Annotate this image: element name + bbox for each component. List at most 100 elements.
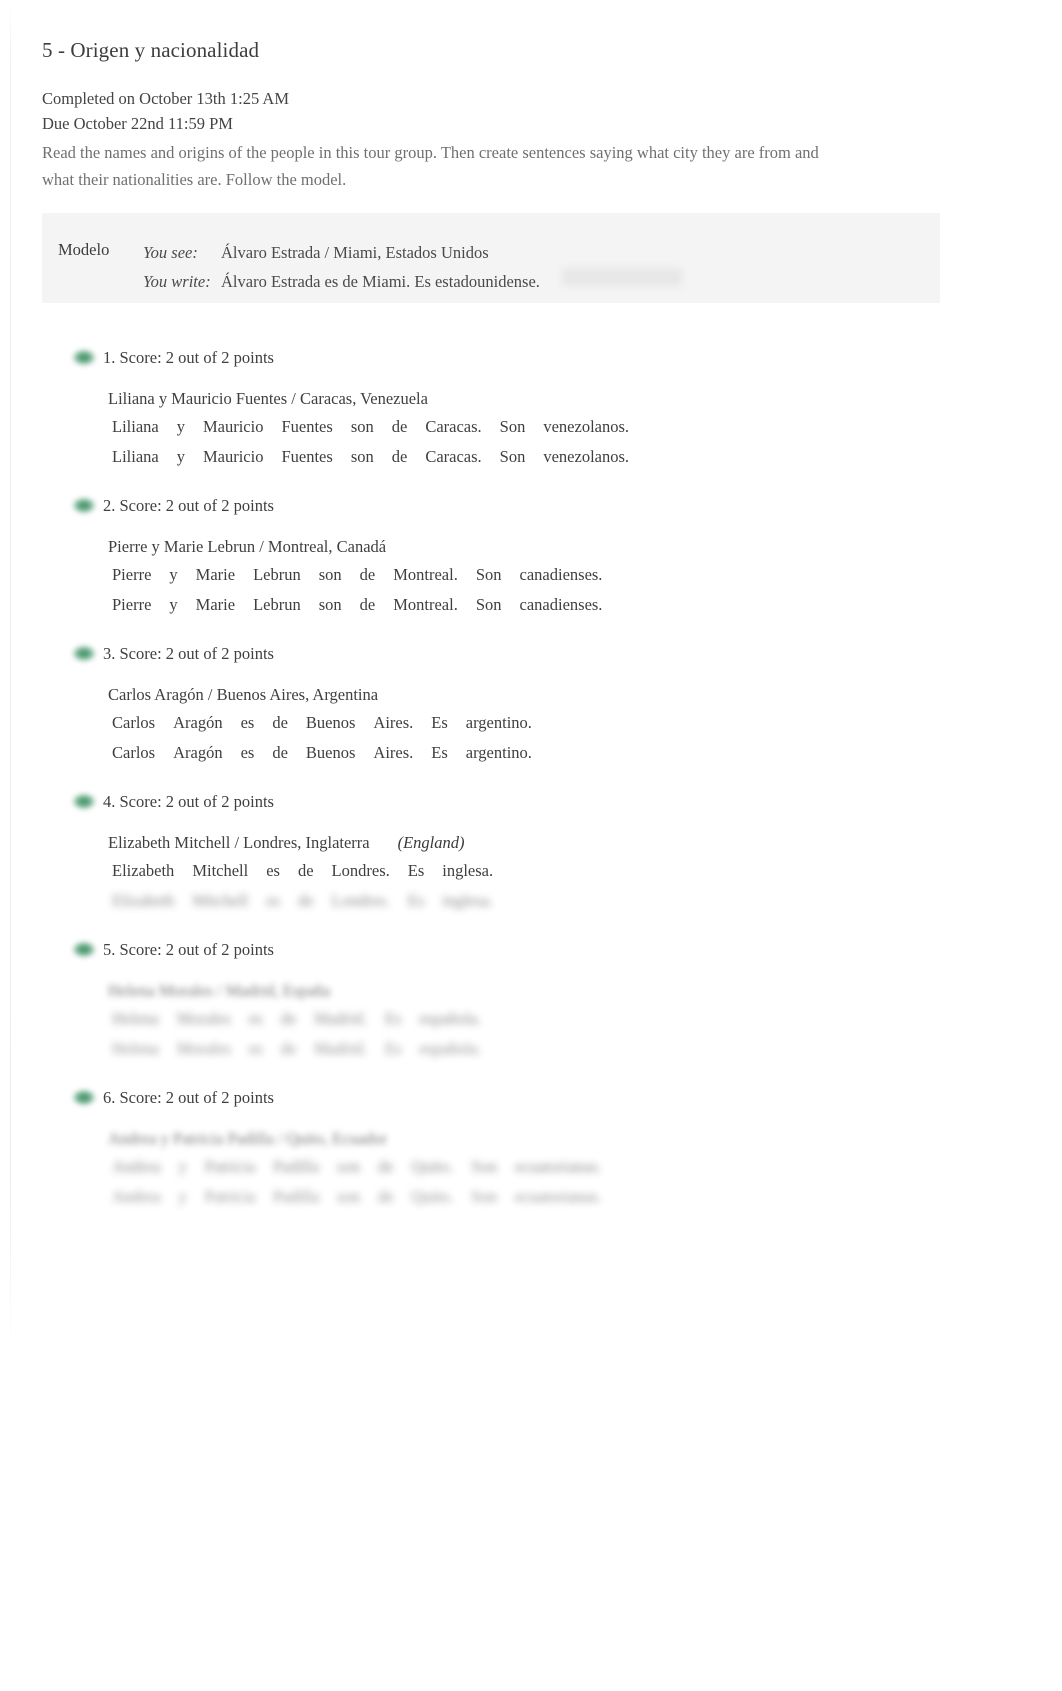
answer-token: Son: [475, 565, 502, 584]
answer-token: es: [266, 891, 280, 910]
answer-token: argentino.: [465, 713, 532, 732]
answer-token: canadienses.: [519, 565, 603, 584]
completed-timestamp: Completed on October 13th 1:25 AM: [42, 89, 290, 108]
answer-token: de: [377, 1187, 394, 1206]
answer-token: Elizabeth: [112, 861, 175, 880]
answer-token: Marie: [195, 565, 236, 584]
answer-token: Padilla: [273, 1157, 320, 1176]
answer-token: española.: [419, 1009, 482, 1028]
answer-token: Son: [471, 1157, 497, 1176]
answer-token: Londres.: [331, 861, 390, 880]
answer-token: Madrid.: [314, 1039, 367, 1058]
modelo-you-write-row: You write: Álvaro Estrada es de Miami. Es…: [143, 267, 540, 296]
answer-token: Pierre: [112, 565, 152, 584]
answer-token: Mitchell: [192, 891, 249, 910]
question-prompt: Andrea y Patricia Padilla / Quito, Ecuad…: [108, 1126, 1062, 1152]
modelo-you-see-row: You see: Álvaro Estrada / Miami, Estados …: [143, 238, 540, 267]
correct-answer-line: Elizabeth Mitchell es de Londres. Es inglesa.: [112, 886, 1062, 916]
correct-answer-line: Helena Morales es de Madrid. Es española.: [112, 1034, 1062, 1064]
correct-answer-line: Liliana y Mauricio Fuentes son de Caracas. Son v…: [112, 442, 1062, 472]
answer-token: y: [169, 595, 178, 614]
answer-token: es: [266, 861, 280, 880]
answer-token: canadienses.: [519, 595, 603, 614]
prompt-hint: (England): [397, 833, 465, 852]
answer-token: Padilla: [273, 1187, 320, 1206]
answer-token: ecuatorianas.: [514, 1157, 602, 1176]
answer-token: de: [391, 417, 408, 436]
score-row: 6. Score: 2 out of 2 points: [70, 1086, 1062, 1112]
modelo-you-see-text: Álvaro Estrada / Miami, Estados Unidos: [221, 243, 489, 262]
answer-token: Aires.: [373, 713, 414, 732]
answer-token: Aires.: [373, 743, 414, 762]
answer-token: Madrid.: [314, 1009, 367, 1028]
answer-token: son: [337, 1157, 360, 1176]
score-label: 5. Score: 2 out of 2 points: [103, 940, 274, 959]
answer-token: Londres.: [331, 891, 390, 910]
answer-token: Es: [407, 891, 425, 910]
student-answer-line: Liliana y Mauricio Fuentes son de Caracas. Son v…: [112, 412, 1062, 442]
answer-token: Lebrun: [253, 595, 301, 614]
correct-answer-line: Pierre y Marie Lebrun son de Montreal. Son canad…: [112, 590, 1062, 620]
answer-token: Es: [384, 1039, 402, 1058]
answer-token: y: [176, 417, 185, 436]
question-item: 3. Score: 2 out of 2 points Carlos Aragón…: [0, 642, 1062, 790]
answer-token: Quito.: [411, 1157, 454, 1176]
score-label: 6. Score: 2 out of 2 points: [103, 1088, 274, 1107]
answer-token: Buenos: [305, 713, 356, 732]
answer-token: Carlos: [112, 713, 156, 732]
answer-token: de: [391, 447, 408, 466]
question-prompt: Elizabeth Mitchell / Londres, Inglaterra…: [108, 830, 1062, 856]
answer-token: de: [280, 1039, 297, 1058]
prompt-text: Carlos Aragón / Buenos Aires, Argentina: [108, 685, 379, 704]
answer-token: Marie: [195, 595, 236, 614]
answer-token: y: [178, 1187, 187, 1206]
answer-token: Son: [499, 417, 526, 436]
answer-token: son: [337, 1187, 360, 1206]
modelo-example-box: Modelo You see: Álvaro Estrada / Miami, E…: [42, 213, 940, 303]
student-answer-line: Andrea y Patricia Padilla son de Quito. Son ecua…: [112, 1152, 1062, 1182]
answer-token: Andrea: [112, 1187, 161, 1206]
modelo-you-write-cue: You write:: [143, 272, 211, 291]
question-item: 5. Score: 2 out of 2 points Helena Morale…: [0, 938, 1062, 1086]
answer-token: Son: [471, 1187, 497, 1206]
answer-token: de: [377, 1157, 394, 1176]
answer-token: Montreal.: [393, 565, 458, 584]
answer-token: Carlos: [112, 743, 156, 762]
answer-token: y: [169, 565, 178, 584]
student-answer-line: Elizabeth Mitchell es de Londres. Es inglesa.: [112, 856, 1062, 886]
question-item: 6. Score: 2 out of 2 points Andrea y Patr…: [0, 1086, 1062, 1234]
answer-token: Es: [384, 1009, 402, 1028]
student-answer-line: Carlos Aragón es de Buenos Aires. Es argentino.: [112, 708, 1062, 738]
answer-token: inglesa.: [442, 891, 494, 910]
prompt-text: Liliana y Mauricio Fuentes / Caracas, Ve…: [108, 389, 428, 408]
answer-token: Liliana: [112, 447, 159, 466]
answer-token: de: [280, 1009, 297, 1028]
score-label: 2. Score: 2 out of 2 points: [103, 496, 274, 515]
due-timestamp: Due October 22nd 11:59 PM: [42, 114, 233, 133]
answer-token: Mauricio: [202, 447, 264, 466]
answer-token: Morales: [176, 1009, 231, 1028]
answer-token: es: [240, 743, 255, 762]
answer-token: y: [178, 1157, 187, 1176]
check-circle-icon: [73, 794, 95, 809]
modelo-you-see-cue: You see:: [143, 243, 198, 262]
answer-token: Montreal.: [393, 595, 458, 614]
answer-token: Mitchell: [192, 861, 249, 880]
check-circle-icon: [73, 350, 95, 365]
answer-token: argentino.: [465, 743, 532, 762]
answer-token: de: [359, 595, 376, 614]
answer-token: Fuentes: [281, 447, 333, 466]
score-label: 4. Score: 2 out of 2 points: [103, 792, 274, 811]
answer-token: Liliana: [112, 417, 159, 436]
check-circle-icon: [73, 942, 95, 957]
score-row: 1. Score: 2 out of 2 points: [70, 346, 1062, 372]
answer-token: y: [176, 447, 185, 466]
page-title: 5 - Origen y nacionalidad: [42, 38, 260, 62]
answer-token: Lebrun: [253, 565, 301, 584]
